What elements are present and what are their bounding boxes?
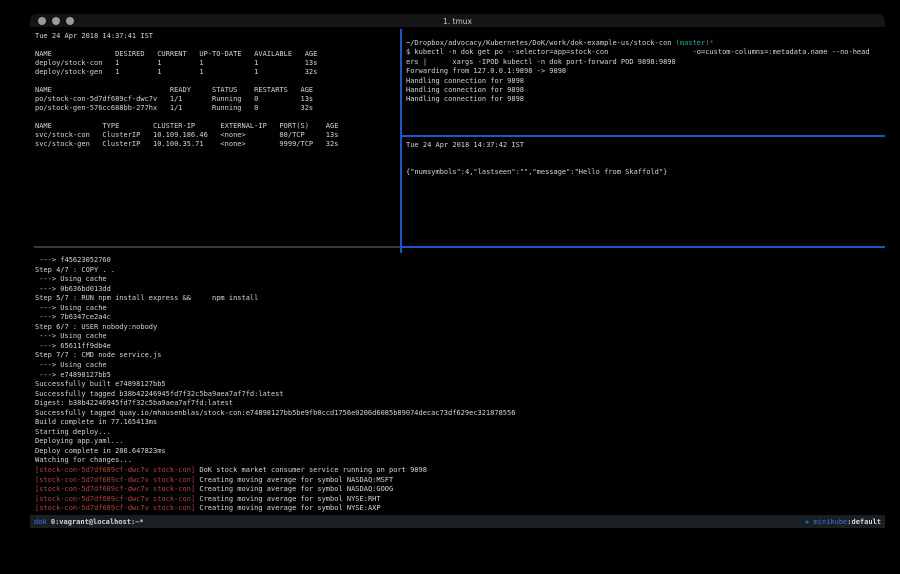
terminal-line: Step 7/7 : CMD node service.js — [35, 351, 883, 361]
terminal-line: Deploy complete in 286.647823ms — [35, 447, 883, 457]
pane-skaffold-build-log[interactable]: ---> f45623052760Step 4/7 : COPY . . ---… — [35, 256, 883, 514]
terminal-line: Step 5/7 : RUN npm install express && np… — [35, 294, 883, 304]
terminal-line: {"numsymbols":4,"lastseen":"","message":… — [406, 168, 884, 177]
text-segment: [stock-con-5d7df689cf-dwc7v stock-con] — [35, 504, 195, 512]
terminal-line: [stock-con-5d7df689cf-dwc7v stock-con] C… — [35, 495, 883, 505]
terminal-line — [406, 159, 884, 168]
terminal-line: ---> Using cache — [35, 332, 883, 342]
terminal-line: Deploying app.yaml... — [35, 437, 883, 447]
text-segment: * — [709, 39, 713, 47]
pane-divider-bottom-left[interactable] — [34, 246, 400, 248]
terminal-line: po/stock-gen-576cc688bb-277hx 1/1 Runnin… — [35, 104, 397, 113]
terminal-line: Successfully built e74898127bb5 — [35, 380, 883, 390]
tmux-status-bar: dok 0:vagrant@localhost:~* ⎈ minikube:de… — [30, 515, 885, 528]
window-title: 1. tmux — [30, 17, 885, 26]
terminal-line: NAME READY STATUS RESTARTS AGE — [35, 86, 397, 95]
terminal-line — [406, 150, 884, 159]
text-segment: ⎈ minikube — [805, 518, 847, 526]
session-name: dok — [34, 518, 47, 526]
desktop-background: { "window": { "title": "1. tmux" }, "col… — [0, 0, 900, 574]
text-segment: [stock-con-5d7df689cf-dwc7v stock-con] — [35, 466, 195, 474]
terminal-line: Handling connection for 9898 — [406, 77, 884, 86]
text-segment: dok — [34, 518, 47, 526]
terminal-line: ---> Using cache — [35, 275, 883, 285]
terminal-line: [stock-con-5d7df689cf-dwc7v stock-con] D… — [35, 466, 883, 476]
pane-curl-output[interactable]: Tue 24 Apr 2018 14:37:42 IST {"numsymbols… — [406, 141, 884, 177]
terminal-line: Handling connection for 9898 — [406, 86, 884, 95]
terminal-line: svc/stock-gen ClusterIP 10.100.35.71 <no… — [35, 140, 397, 149]
terminal-line — [35, 41, 397, 50]
terminal-line: [stock-con-5d7df689cf-dwc7v stock-con] C… — [35, 485, 883, 495]
text-segment: [stock-con-5d7df689cf-dwc7v stock-con] — [35, 495, 195, 503]
terminal-line: ers | xargs -IPOD kubectl -n dok port-fo… — [406, 58, 884, 67]
terminal-line: Starting deploy... — [35, 428, 883, 438]
terminal-line: po/stock-con-5d7df689cf-dwc7v 1/1 Runnin… — [35, 95, 397, 104]
pane-divider-right-horizontal[interactable] — [401, 135, 885, 137]
terminal-line: Step 6/7 : USER nobody:nobody — [35, 323, 883, 333]
terminal-line: Forwarding from 127.0.0.1:9898 -> 9898 — [406, 67, 884, 76]
terminal-line: ---> f45623052760 — [35, 256, 883, 266]
terminal-line: ---> 7b6347ce2a4c — [35, 313, 883, 323]
kube-context-status: ⎈ minikube:default — [805, 518, 881, 526]
text-segment: DoK stock market consumer service runnin… — [195, 466, 427, 474]
terminal-window: 1. tmux Tue 24 Apr 2018 14:37:41 IST NAME… — [30, 14, 885, 548]
terminal-line: NAME TYPE CLUSTER-IP EXTERNAL-IP PORT(S)… — [35, 122, 397, 131]
text-segment: [stock-con-5d7df689cf-dwc7v stock-con] — [35, 485, 195, 493]
terminal-line: ---> Using cache — [35, 304, 883, 314]
text-segment: Creating moving average for symbol NYSE:… — [195, 504, 380, 512]
text-segment: Creating moving average for symbol NASDA… — [195, 485, 393, 493]
text-segment: 0:vagrant@localhost:~* — [47, 518, 144, 526]
terminal-line: Tue 24 Apr 2018 14:37:42 IST — [406, 141, 884, 150]
pane-kubectl-watch[interactable]: Tue 24 Apr 2018 14:37:41 IST NAME DESIRED… — [35, 32, 397, 149]
terminal-line: Step 4/7 : COPY . . — [35, 266, 883, 276]
window-titlebar: 1. tmux — [30, 14, 885, 28]
terminal-line: deploy/stock-gen 1 1 1 1 32s — [35, 68, 397, 77]
terminal-line: ---> 65611ff9db4e — [35, 342, 883, 352]
terminal-line: Handling connection for 9898 — [406, 95, 884, 104]
text-segment: [stock-con-5d7df689cf-dwc7v stock-con] — [35, 476, 195, 484]
text-segment: (master) — [676, 39, 710, 47]
pane-divider-vertical[interactable] — [400, 29, 402, 253]
terminal-line: [stock-con-5d7df689cf-dwc7v stock-con] C… — [35, 476, 883, 486]
terminal-line: ~/Dropbox/advocacy/Kubernetes/DoK/work/d… — [406, 39, 884, 48]
terminal-line: Watching for changes... — [35, 456, 883, 466]
terminal-line — [35, 77, 397, 86]
terminal-line: $ kubectl -n dok get po --selector=app=s… — [406, 48, 884, 57]
pane-port-forward[interactable]: ~/Dropbox/advocacy/Kubernetes/DoK/work/d… — [406, 39, 884, 105]
terminal-line: Successfully tagged quay.io/mhausenblas/… — [35, 409, 883, 419]
text-segment: :default — [847, 518, 881, 526]
text-segment: ~/Dropbox/advocacy/Kubernetes/DoK/work/d… — [406, 39, 676, 47]
terminal-line: svc/stock-con ClusterIP 10.109.186.46 <n… — [35, 131, 397, 140]
pane-divider-bottom-right[interactable] — [400, 246, 885, 248]
terminal-line: ---> Using cache — [35, 361, 883, 371]
text-segment: Creating moving average for symbol NYSE:… — [195, 495, 380, 503]
terminal-line: NAME DESIRED CURRENT UP-TO-DATE AVAILABL… — [35, 50, 397, 59]
terminal-line: ---> 0b636bd013dd — [35, 285, 883, 295]
terminal-line: Tue 24 Apr 2018 14:37:41 IST — [35, 32, 397, 41]
terminal-line: [stock-con-5d7df689cf-dwc7v stock-con] C… — [35, 504, 883, 514]
text-segment: Creating moving average for symbol NASDA… — [195, 476, 393, 484]
terminal-line: Build complete in 77.165413ms — [35, 418, 883, 428]
terminal-line: Digest: b38b42246945fd7f32c5ba9aea7af7fd… — [35, 399, 883, 409]
terminal-line: Successfully tagged b38b42246945fd7f32c5… — [35, 390, 883, 400]
terminal-line: deploy/stock-con 1 1 1 1 13s — [35, 59, 397, 68]
terminal-line: ---> e74898127bb5 — [35, 371, 883, 381]
terminal-line — [35, 113, 397, 122]
window-tab[interactable]: 0:vagrant@localhost:~* — [47, 518, 144, 526]
